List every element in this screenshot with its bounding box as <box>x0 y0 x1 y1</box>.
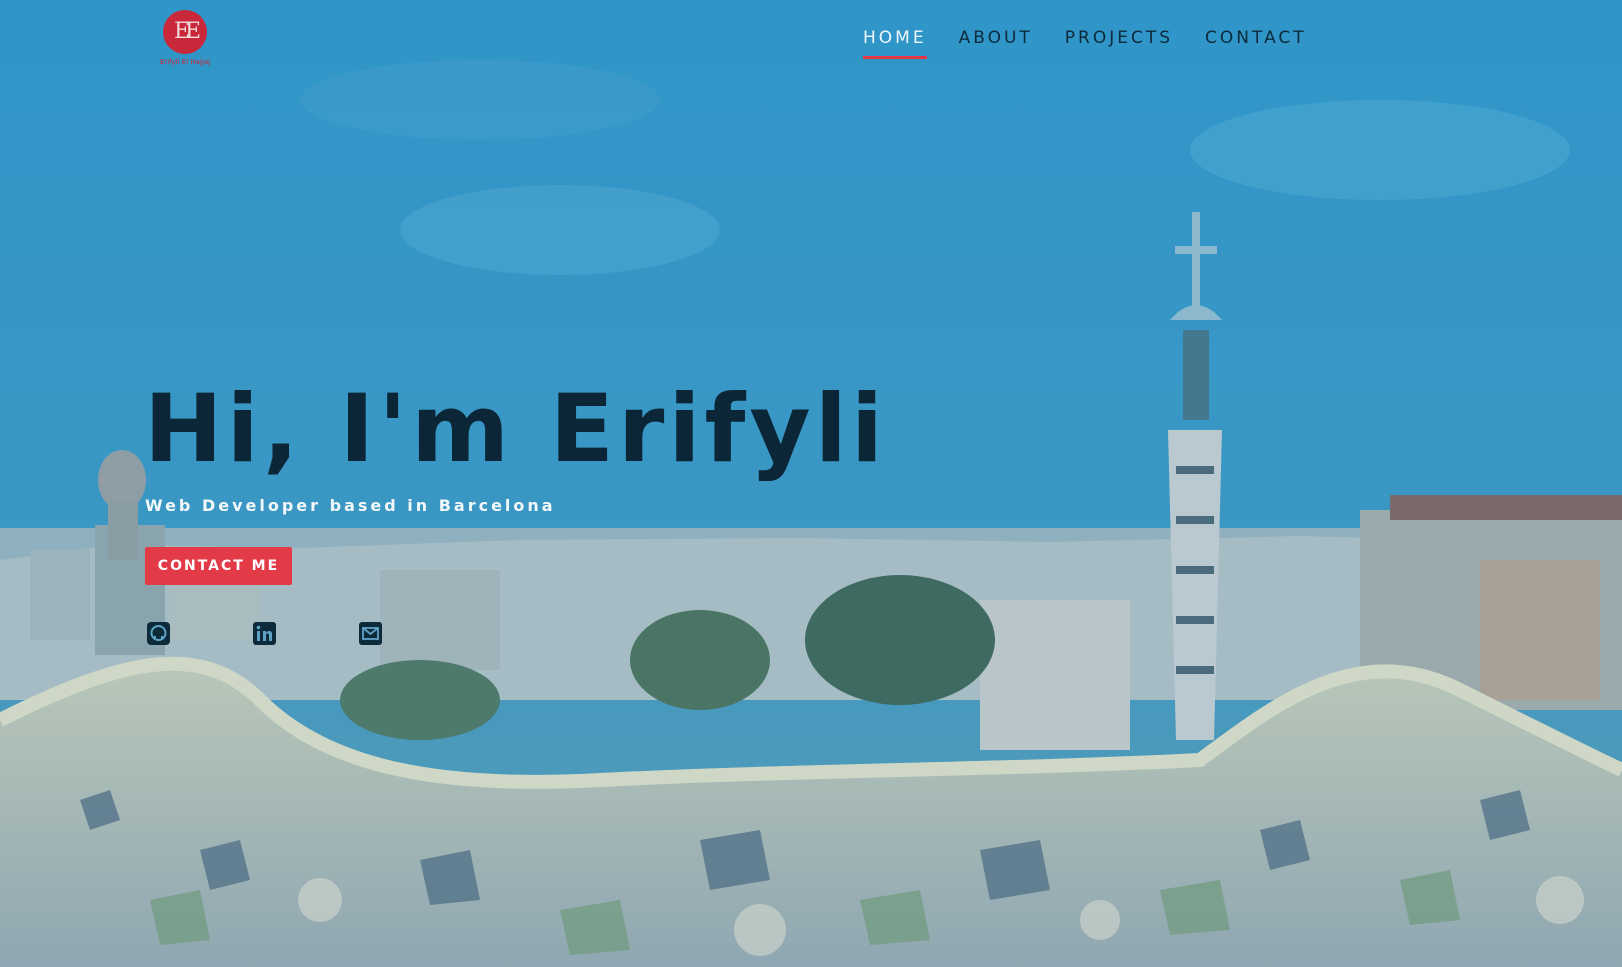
nav-link-about[interactable]: ABOUT <box>959 28 1033 59</box>
hero-section: EE Erifyli El Hajjaj HOME ABOUT PROJECTS… <box>0 0 1622 967</box>
hero-title: Hi, I'm Erifyli <box>144 375 888 484</box>
github-icon[interactable] <box>146 621 171 646</box>
nav-link-contact[interactable]: CONTACT <box>1205 28 1307 59</box>
logo-tagline: Erifyli El Hajjaj <box>159 58 211 66</box>
nav-link-home[interactable]: HOME <box>863 28 927 59</box>
social-links <box>146 621 386 647</box>
contact-me-button[interactable]: CONTACT ME <box>145 547 292 585</box>
envelope-icon[interactable] <box>358 621 383 646</box>
site-logo[interactable]: EE Erifyli El Hajjaj <box>150 10 220 72</box>
hero-subtitle: Web Developer based in Barcelona <box>145 496 556 515</box>
logo-mark: EE <box>163 10 207 54</box>
linkedin-icon[interactable] <box>252 621 277 646</box>
main-navigation: HOME ABOUT PROJECTS CONTACT <box>863 28 1339 59</box>
nav-link-projects[interactable]: PROJECTS <box>1065 28 1173 59</box>
